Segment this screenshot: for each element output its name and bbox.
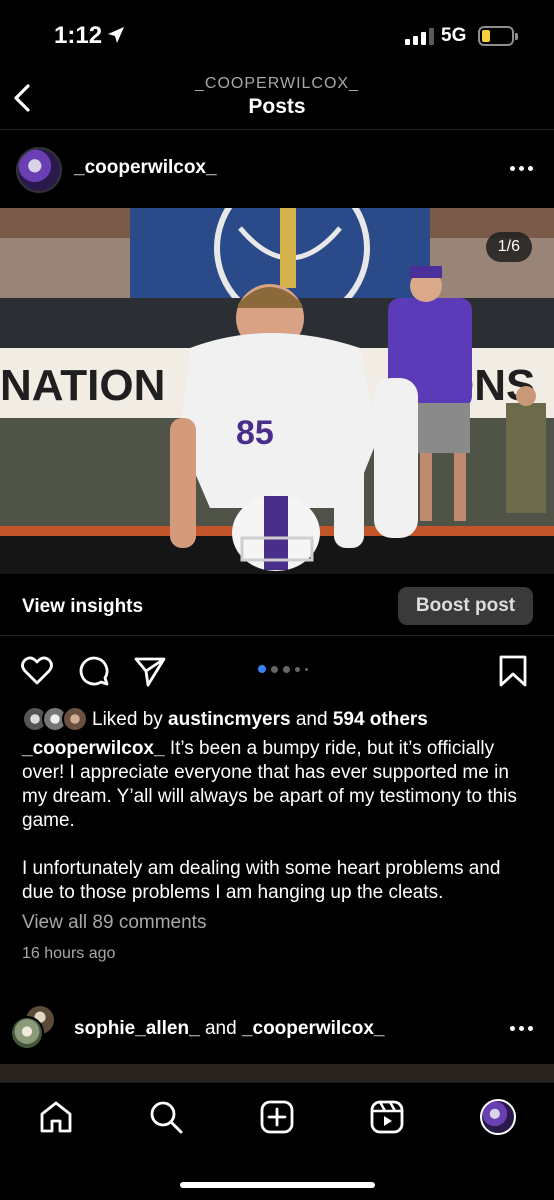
next-post-photo-peek [0, 1064, 554, 1084]
likes-row[interactable]: Liked by austincmyers and 594 others [22, 706, 542, 734]
status-time: 1:12 [54, 22, 103, 49]
liker-avatars [22, 706, 90, 732]
caption-username[interactable]: _cooperwilcox_ [22, 738, 165, 759]
photo-counter: 1/6 [485, 232, 532, 262]
view-comments-link[interactable]: View all 89 comments [22, 912, 206, 934]
status-bar: 1:12 5G [0, 0, 554, 70]
insights-row: View insights Boost post [0, 584, 554, 636]
profile-avatar[interactable] [480, 1099, 516, 1135]
action-bar [0, 650, 554, 694]
likes-prefix: Liked by [92, 709, 169, 730]
signal-icon [405, 27, 434, 45]
likes-joiner: and [290, 709, 333, 730]
avatar[interactable] [10, 1016, 44, 1050]
reels-icon[interactable] [369, 1099, 405, 1135]
post-header: _cooperwilcox_ [0, 140, 554, 200]
post-photo[interactable]: NATION ONS 85 1/6 [0, 208, 554, 574]
collab-user-1[interactable]: sophie_allen_ [74, 1018, 200, 1039]
network-label: 5G [441, 25, 467, 46]
liker-username[interactable]: austincmyers [168, 709, 291, 730]
likes-text: Liked by austincmyers and 594 others [92, 709, 428, 731]
more-options-icon[interactable] [506, 1018, 536, 1038]
profile-subtitle: _COOPERWILCOX_ [195, 75, 359, 92]
football-player-photo: NATION ONS 85 [0, 208, 554, 574]
next-post-header: sophie_allen_ and _cooperwilcox_ [0, 1000, 554, 1060]
page-title: Posts [248, 95, 306, 118]
home-icon[interactable] [38, 1099, 74, 1135]
collab-user-2[interactable]: _cooperwilcox_ [242, 1018, 385, 1039]
bookmark-icon[interactable] [496, 654, 530, 688]
svg-text:NATION: NATION [0, 361, 165, 410]
location-arrow-icon [108, 27, 124, 43]
nav-header: _COOPERWILCOX_ Posts [0, 70, 554, 130]
post-timestamp: 16 hours ago [22, 945, 116, 962]
comment-icon[interactable] [77, 654, 111, 688]
search-icon[interactable] [148, 1099, 184, 1135]
create-icon[interactable] [259, 1099, 295, 1135]
boost-post-button[interactable]: Boost post [398, 587, 533, 625]
avatar[interactable] [16, 147, 62, 193]
collab-usernames[interactable]: sophie_allen_ and _cooperwilcox_ [74, 1018, 385, 1040]
battery-icon [478, 26, 518, 46]
view-insights-link[interactable]: View insights [22, 596, 143, 618]
post-username[interactable]: _cooperwilcox_ [74, 157, 217, 179]
collab-joiner: and [199, 1018, 242, 1039]
more-options-icon[interactable] [506, 158, 536, 178]
heart-icon[interactable] [20, 654, 54, 688]
likes-others[interactable]: 594 others [333, 709, 428, 730]
home-indicator [180, 1182, 375, 1188]
share-icon[interactable] [133, 654, 167, 688]
svg-text:85: 85 [236, 414, 274, 452]
carousel-pager [258, 665, 308, 673]
caption-paragraph-2: I unfortunately am dealing with some hea… [22, 858, 501, 903]
caption: _cooperwilcox_ It’s been a bumpy ride, b… [22, 737, 537, 929]
